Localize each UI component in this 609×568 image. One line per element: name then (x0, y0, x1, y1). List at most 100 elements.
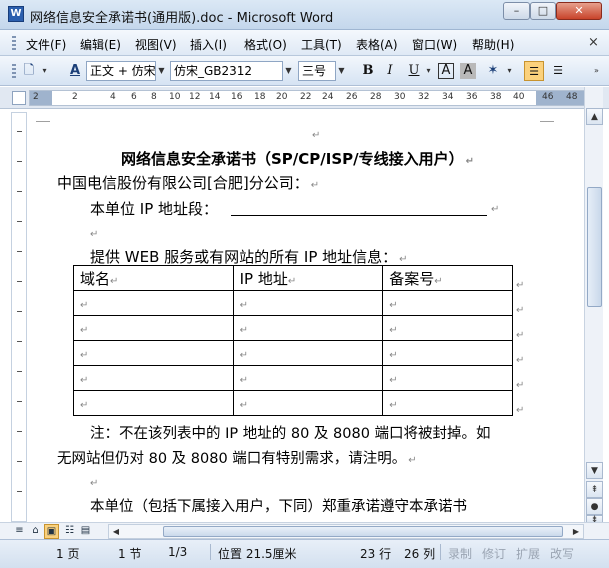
word-app-icon[interactable]: W (8, 6, 24, 22)
status-record-macro[interactable]: 录制 (448, 545, 472, 562)
bold-button[interactable]: B (358, 61, 378, 81)
recipient-text: 中国电信股份有限公司[合肥]分公司： (57, 174, 309, 192)
reading-layout-view-icon[interactable]: ▤ (78, 524, 93, 539)
horizontal-ruler[interactable]: 2 2 4 6 8 10 12 14 16 18 20 22 24 26 28 … (29, 90, 584, 106)
menu-table[interactable]: 表格(A) (356, 36, 398, 53)
vertical-scrollbar[interactable]: ▲ ▼ ⇞ ● ⇟ (584, 87, 603, 525)
close-button[interactable]: ✕ (556, 2, 602, 20)
table-cell[interactable]: ↵ (73, 290, 234, 316)
toolbar-grip-icon[interactable] (12, 64, 16, 78)
ip-segment-end: ↵ (489, 198, 499, 216)
table-cell[interactable]: ↵ (232, 390, 384, 416)
menu-file[interactable]: 文件(F) (26, 36, 66, 53)
menu-view[interactable]: 视图(V) (135, 36, 177, 53)
normal-view-icon[interactable]: ≡ (12, 524, 27, 539)
menu-insert[interactable]: 插入(I) (190, 36, 227, 53)
status-extend-selection[interactable]: 扩展 (516, 545, 540, 562)
ruler-tick (17, 401, 22, 402)
ip-segment-blank[interactable] (231, 215, 487, 216)
underline-chevron-down-icon[interactable]: ▾ (422, 61, 435, 81)
table-cell[interactable]: ↵ (73, 340, 234, 366)
font-chevron-down-icon[interactable]: ▼ (282, 61, 295, 81)
size-chevron-down-icon[interactable]: ▼ (335, 61, 348, 81)
table-cell[interactable]: ↵ (73, 390, 234, 416)
paragraph-mark-icon: ↵ (312, 130, 321, 141)
status-overtype[interactable]: 改写 (550, 545, 574, 562)
style-chevron-down-icon[interactable]: ▼ (155, 61, 168, 81)
table-row: ↵ ↵ ↵ (73, 365, 513, 391)
paragraph-mark-icon: ↵ (399, 254, 408, 265)
menu-window[interactable]: 窗口(W) (412, 36, 457, 53)
new-dropdown-chevron-down-icon[interactable]: ▾ (38, 61, 51, 81)
table-cell[interactable]: ↵ (382, 390, 513, 416)
ruler-tick (17, 431, 22, 432)
select-browse-object-icon[interactable]: ● (586, 498, 603, 515)
toolbar-grip-icon[interactable] (12, 36, 16, 50)
maximize-button[interactable]: □ (530, 2, 556, 20)
web-layout-view-icon[interactable]: ⌂ (28, 524, 43, 539)
paragraph-mark-icon: ↵ (491, 204, 500, 215)
styles-formatting-icon[interactable]: A (66, 62, 84, 80)
table-cell[interactable]: ↵ (232, 340, 384, 366)
menu-tools[interactable]: 工具(T) (301, 36, 342, 53)
outline-view-icon[interactable]: ☷ (62, 524, 77, 539)
ruler-number: 10 (169, 92, 181, 102)
previous-page-icon[interactable]: ⇞ (586, 481, 603, 498)
table-cell[interactable]: ↵ (232, 315, 384, 341)
style-select[interactable]: 正文 + 仿宋 (86, 61, 156, 81)
print-layout-view-icon[interactable]: ▣ (44, 524, 59, 539)
italic-button[interactable]: I (380, 61, 400, 81)
status-bar: 1 页 1 节 1/3 位置 21.5厘米 23 行 26 列 录制 修订 扩展… (0, 539, 609, 568)
scroll-right-arrow-icon[interactable]: ▶ (569, 525, 583, 538)
ruler-number: 28 (370, 92, 382, 102)
scroll-up-arrow-icon[interactable]: ▲ (586, 108, 603, 125)
character-scaling-icon[interactable]: ✶ (484, 62, 502, 80)
vertical-scroll-thumb[interactable] (587, 187, 602, 307)
cell-mark-icon: ↵ (389, 350, 398, 361)
table-cell[interactable]: ↵ (73, 315, 234, 341)
table-header-cell[interactable]: 备案号↵ (382, 265, 513, 291)
menu-format[interactable]: 格式(O) (244, 36, 287, 53)
cell-mark-icon: ↵ (239, 325, 249, 336)
table-header-cell[interactable]: 域名↵ (73, 265, 234, 291)
table-cell[interactable]: ↵ (73, 365, 234, 391)
scroll-down-arrow-icon[interactable]: ▼ (586, 462, 603, 479)
table-header-cell[interactable]: IP 地址↵ (232, 265, 384, 291)
table-cell[interactable]: ↵ (232, 290, 384, 316)
table-cell[interactable]: ↵ (232, 365, 384, 391)
horizontal-scroll-thumb[interactable] (163, 526, 563, 537)
table-cell[interactable]: ↵ (382, 365, 513, 391)
document-page[interactable]: ↵ 网络信息安全承诺书（SP/CP/ISP/专线接入用户） ↵ 中国电信股份有限公… (30, 112, 580, 522)
vertical-ruler[interactable] (11, 112, 27, 522)
align-left-button[interactable]: ☰ (524, 61, 544, 81)
scroll-left-arrow-icon[interactable]: ◀ (109, 525, 123, 538)
empty-paragraph: ↵ (310, 124, 320, 142)
cell-mark-icon: ↵ (80, 350, 89, 361)
font-select[interactable]: 仿宋_GB2312 (170, 61, 283, 81)
ruler-number: 48 (566, 92, 578, 102)
table-cell[interactable]: ↵ (382, 340, 513, 366)
menu-edit[interactable]: 编辑(E) (80, 36, 121, 53)
ruler-tick (17, 311, 22, 312)
font-size-select[interactable]: 三号 (298, 61, 336, 81)
minimize-button[interactable]: – (503, 2, 530, 20)
scaling-chevron-down-icon[interactable]: ▾ (503, 61, 516, 81)
align-center-button[interactable]: ☰ (548, 61, 568, 81)
underline-button[interactable]: U (404, 61, 424, 81)
toolbar-options-icon[interactable]: » (590, 61, 603, 81)
table-header-row: 域名↵ IP 地址↵ 备案号↵ (73, 265, 513, 291)
character-shading-button[interactable]: A (460, 63, 476, 79)
close-document-icon[interactable]: × (588, 35, 599, 50)
tab-selector-icon[interactable] (12, 91, 26, 105)
ip-info-table: 域名↵ IP 地址↵ 备案号↵ ↵ ↵ ↵ ↵ ↵ ↵ ↵ ↵ ↵ ↵ ↵ ↵ … (73, 265, 513, 416)
horizontal-scrollbar[interactable]: ◀ ▶ (108, 524, 584, 539)
table-cell[interactable]: ↵ (382, 315, 513, 341)
table-cell[interactable]: ↵ (382, 290, 513, 316)
ip-segment-line: 本单位 IP 地址段： (90, 198, 218, 219)
ruler-tick (17, 341, 22, 342)
note-line-2: 无网站但仍对 80 及 8080 端口有特别需求，请注明。 ↵ (57, 447, 417, 468)
status-track-changes[interactable]: 修订 (482, 545, 506, 562)
character-border-button[interactable]: A (438, 63, 454, 79)
new-document-icon[interactable]: 🗋 (20, 62, 38, 80)
menu-help[interactable]: 帮助(H) (472, 36, 514, 53)
